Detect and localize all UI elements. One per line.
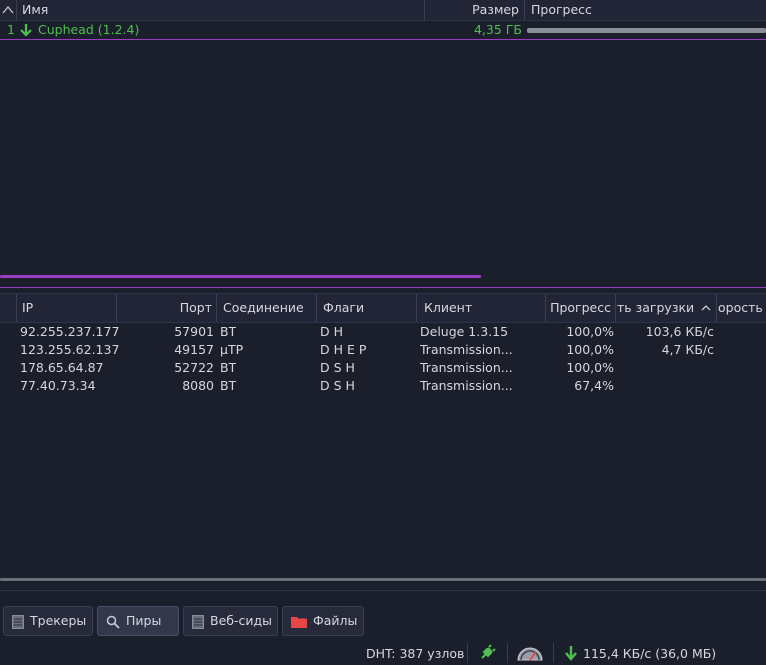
peer-port: 49157 bbox=[174, 342, 214, 357]
torrent-row[interactable]: 1 Cuphead (1.2.4) 4,35 ГБ bbox=[0, 21, 766, 40]
peer-port: 8080 bbox=[182, 378, 214, 393]
speedometer-icon[interactable] bbox=[516, 644, 544, 662]
peer-progress: 100,0% bbox=[566, 360, 614, 375]
pane-divider[interactable] bbox=[0, 287, 766, 288]
tab-trackers[interactable]: Трекеры bbox=[3, 606, 93, 636]
peer-client: Transmission... bbox=[420, 342, 513, 357]
peer-connection: BT bbox=[220, 360, 237, 375]
horizontal-scrollbar[interactable] bbox=[0, 578, 766, 581]
peer-port: 52722 bbox=[174, 360, 214, 375]
peers-table-header: IP Порт Соединение Флаги Клиент Прогресс… bbox=[0, 293, 766, 323]
peer-connection: BT bbox=[220, 324, 237, 339]
tab-webseeds[interactable]: Веб-сиды bbox=[183, 606, 278, 636]
peer-progress: 67,4% bbox=[574, 378, 614, 393]
column-header-size[interactable]: Размер bbox=[426, 0, 519, 20]
peer-connection: BT bbox=[220, 378, 237, 393]
tab-peers-label: Пиры bbox=[126, 613, 162, 628]
divider bbox=[0, 590, 766, 591]
peer-row[interactable]: 178.65.64.87 52722 BT D S H Transmission… bbox=[0, 359, 766, 377]
column-header-connection[interactable]: Соединение bbox=[223, 294, 313, 322]
peer-client: Transmission... bbox=[420, 378, 513, 393]
tab-files-label: Файлы bbox=[313, 613, 358, 628]
tab-trackers-label: Трекеры bbox=[30, 613, 87, 628]
column-header-progress[interactable]: Прогресс bbox=[531, 0, 761, 20]
sort-column-header[interactable] bbox=[0, 0, 16, 20]
peer-flags: D H E P bbox=[320, 342, 367, 357]
tab-peers[interactable]: Пиры bbox=[97, 606, 179, 636]
torrent-table-header: Имя Размер Прогресс bbox=[0, 0, 766, 21]
peer-ip: 92.255.237.177 bbox=[20, 324, 120, 339]
peer-row[interactable]: 92.255.237.177 57901 BT D H Deluge 1.3.1… bbox=[0, 323, 766, 341]
torrent-index: 1 bbox=[7, 22, 15, 37]
torrent-progress-bar bbox=[527, 28, 766, 33]
peer-connection: µTP bbox=[220, 342, 244, 357]
arrow-down-icon bbox=[565, 646, 577, 661]
dht-status[interactable]: DHT: 387 узлов bbox=[366, 644, 464, 664]
peer-ip: 77.40.73.34 bbox=[20, 378, 96, 393]
tab-webseeds-label: Веб-сиды bbox=[210, 613, 272, 628]
peer-download-speed: 103,6 КБ/с bbox=[645, 324, 714, 339]
peer-progress: 100,0% bbox=[566, 342, 614, 357]
tab-files[interactable]: Файлы bbox=[282, 606, 364, 636]
peer-row[interactable]: 77.40.73.34 8080 BT D S H Transmission..… bbox=[0, 377, 766, 395]
peer-progress: 100,0% bbox=[566, 324, 614, 339]
column-header-port[interactable]: Порт bbox=[118, 294, 212, 322]
column-header-flags[interactable]: Флаги bbox=[323, 294, 413, 322]
peer-flags: D S H bbox=[320, 378, 355, 393]
chevron-up-icon bbox=[2, 5, 14, 14]
peer-ip: 178.65.64.87 bbox=[20, 360, 104, 375]
column-header-download-speed[interactable]: ть загрузки bbox=[617, 294, 699, 322]
peer-client: Deluge 1.3.15 bbox=[420, 324, 509, 339]
folder-icon bbox=[291, 617, 307, 628]
peer-port: 57901 bbox=[174, 324, 214, 339]
server-icon bbox=[12, 614, 24, 629]
peer-ip: 123.255.62.137 bbox=[20, 342, 120, 357]
arrow-down-icon bbox=[20, 24, 32, 37]
peer-download-speed: 4,7 КБ/с bbox=[661, 342, 714, 357]
column-header-ip[interactable]: IP bbox=[22, 294, 112, 322]
peer-flags: D H bbox=[320, 324, 343, 339]
search-icon bbox=[106, 615, 120, 629]
torrent-progress-fill bbox=[527, 28, 766, 33]
column-header-progress[interactable]: Прогресс bbox=[547, 294, 611, 322]
splitter-indicator bbox=[0, 275, 481, 278]
server-icon bbox=[192, 614, 204, 629]
column-header-client[interactable]: Клиент bbox=[424, 294, 544, 322]
column-header-upload-speed[interactable]: орость bbox=[718, 294, 766, 322]
torrent-size: 4,35 ГБ bbox=[473, 22, 522, 37]
peer-row[interactable]: 123.255.62.137 49157 µTP D H E P Transmi… bbox=[0, 341, 766, 359]
plug-icon[interactable] bbox=[478, 644, 496, 662]
torrent-name: Cuphead (1.2.4) bbox=[38, 22, 140, 37]
column-header-name[interactable]: Имя bbox=[22, 0, 422, 20]
peer-flags: D S H bbox=[320, 360, 355, 375]
download-speed-status[interactable]: 115,4 КБ/с (36,0 МБ) bbox=[583, 644, 716, 664]
sort-ascending-icon bbox=[701, 305, 711, 311]
peer-client: Transmission... bbox=[420, 360, 513, 375]
